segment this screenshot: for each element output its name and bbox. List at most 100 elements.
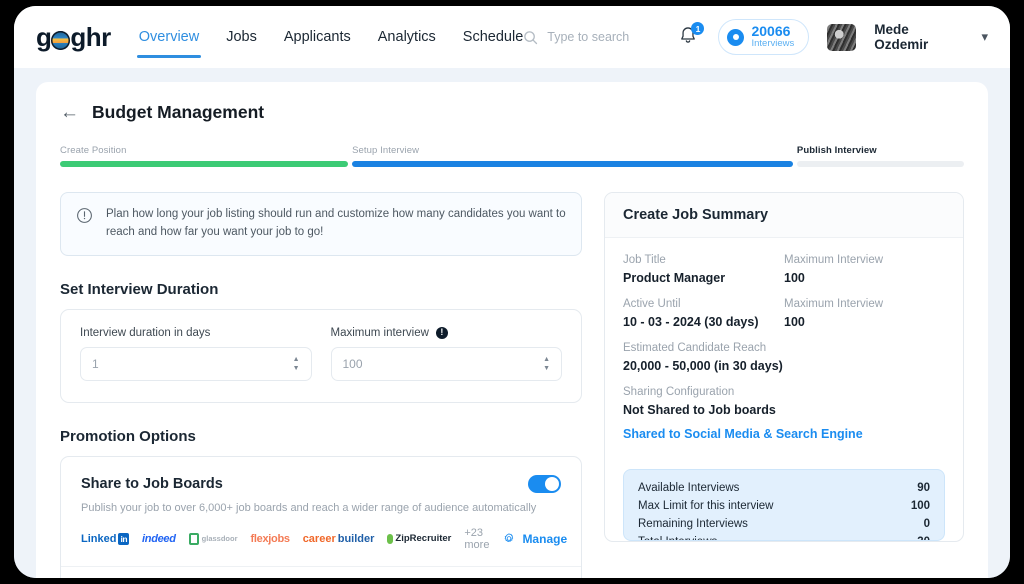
step-publish-interview[interactable]: Publish Interview [796,145,964,167]
stat-label: Total Interviews [638,536,917,540]
ziprecruiter-label: ZipRecruiter [395,533,452,545]
job-boards-header: Share to Job Boards [81,474,561,493]
left-column: Plan how long your job listing should ru… [60,192,582,578]
page-title: Budget Management [92,102,265,122]
summary-value: Product Manager [623,271,726,285]
content-columns: Plan how long your job listing should ru… [60,167,964,578]
field-label: Maximum interview ! [330,326,563,339]
back-arrow-icon[interactable]: ← [60,103,79,122]
summary-row: Sharing Configuration Not Shared to Job … [623,386,945,441]
stat-row: Remaining Interviews 0 [638,515,930,533]
summary-row: Job Title Product Manager Maximum Interv… [623,254,945,285]
stat-row: Max Limit for this interview 100 [638,497,930,515]
step-label: Create Position [60,145,127,156]
ziprecruiter-logo: ZipRecruiter [387,533,451,544]
summary-key: Maximum Interview [784,298,884,310]
manage-boards-button[interactable]: Manage [502,532,567,546]
stepper-arrows-icon[interactable]: ▲ ▼ [293,356,300,372]
summary-share-link[interactable]: Shared to Social Media & Search Engine [623,427,945,441]
info-alert-text: Plan how long your job listing should ru… [106,208,566,238]
app-logo[interactable]: g ghr [36,22,111,53]
summary-value: 20,000 - 50,000 (in 30 days) [623,359,783,373]
interviews-counter-pill[interactable]: 20066 Interviews [718,19,810,55]
user-name: Mede Ozdemir [874,22,929,52]
manage-label: Manage [522,531,568,546]
summary-key: Active Until [623,298,681,310]
field-label: Interview duration in days [80,327,312,339]
job-board-logos: Linked in indeed glassdoor flexjobs caree… [81,527,567,551]
avatar[interactable] [827,23,857,51]
linkedin-label: Linked [81,532,117,545]
summary-body: Job Title Product Manager Maximum Interv… [605,238,963,455]
summary-value: 100 [784,315,805,329]
field-label-text: Interview duration in days [80,326,211,339]
right-column: Create Job Summary Job Title Product Man… [604,192,964,578]
nav-item-overview[interactable]: Overview [136,6,202,68]
nav-item-analytics[interactable]: Analytics [378,6,436,68]
glassdoor-logo: glassdoor [188,532,238,545]
social-media-header: Share to Social Media and Search Engine [81,567,561,578]
stat-value: 0 [923,518,930,530]
nav-item-jobs[interactable]: Jobs [226,6,257,68]
notifications-button[interactable]: 1 [677,22,705,49]
search-box[interactable] [523,30,660,45]
notification-badge: 1 [691,22,705,35]
job-boards-title: Share to Job Boards [81,475,223,492]
summary-cell-max-interview-1: Maximum Interview 100 [784,254,945,285]
input-value: 1 [92,356,99,371]
chevron-down-icon[interactable]: ▾ [981,29,988,45]
interview-stats-box: Available Interviews 90 Max Limit for th… [623,469,945,541]
warning-icon[interactable]: ! [435,326,448,339]
section-title-promotion: Promotion Options [60,427,196,445]
stat-row: Total Interviews 30 [638,533,930,540]
summary-cell-job-title: Job Title Product Manager [623,254,784,285]
info-circle-icon [76,207,93,242]
summary-cell-max-interview-2: Maximum Interview 100 [784,298,945,329]
summary-key: Sharing Configuration [623,386,735,398]
summary-title: Create Job Summary [605,193,963,238]
nav-item-schedule[interactable]: Schedule [463,6,523,68]
summary-value: 10 - 03 - 2024 (30 days) [623,315,759,329]
duration-box: Interview duration in days 1 ▲ ▼ Maximum … [60,308,582,403]
pin-icon [387,533,394,544]
stepper-arrows-icon[interactable]: ▲ ▼ [543,356,550,372]
summary-cell-candidate-reach: Estimated Candidate Reach 20,000 - 50,00… [623,342,945,373]
summary-row: Active Until 10 - 03 - 2024 (30 days) Ma… [623,298,945,329]
step-label: Setup Interview [352,145,420,156]
job-boards-toggle[interactable] [528,474,561,493]
nav-item-applicants[interactable]: Applicants [284,6,351,68]
page-background: ← Budget Management Create Position Setu… [14,68,1010,578]
page-header: ← Budget Management [60,102,964,139]
logo-text-first: g [36,21,52,52]
main-nav: Overview Jobs Applicants Analytics Sched… [136,6,523,68]
field-maximum-interview: Maximum interview ! 100 ▲ ▼ [330,326,563,381]
stat-value: 100 [910,500,930,512]
summary-key: Maximum Interview [784,254,884,266]
search-input[interactable] [547,30,660,44]
field-label-text: Maximum interview [330,326,429,339]
summary-key: Estimated Candidate Reach [623,342,767,354]
field-interview-duration: Interview duration in days 1 ▲ ▼ [80,327,312,381]
input-value: 100 [342,356,363,371]
job-boards-description: Publish your job to over 6,000+ job boar… [81,501,537,514]
stat-label: Max Limit for this interview [638,500,774,512]
create-job-summary-panel: Create Job Summary Job Title Product Man… [604,192,964,542]
top-bar-actions: 1 20066 Interviews Mede Ozdemir ▾ [523,19,988,55]
maximum-interview-input[interactable]: 100 ▲ ▼ [330,346,562,381]
step-create-position[interactable]: Create Position [60,145,349,167]
stat-label: Remaining Interviews [638,518,748,530]
linkedin-logo: Linked in [81,532,130,545]
device-bezel: g ghr Overview Jobs Applicants Analytics … [0,0,1024,584]
step-progress-bar [60,161,349,167]
interview-duration-input[interactable]: 1 ▲ ▼ [80,346,312,381]
stat-row: Available Interviews 90 [638,479,930,497]
stat-label: Available Interviews [638,482,740,494]
careerbuilder-logo: career builder [302,532,375,545]
summary-cell-sharing-config: Sharing Configuration Not Shared to Job … [623,386,945,441]
stat-value: 90 [917,482,930,494]
top-navigation-bar: g ghr Overview Jobs Applicants Analytics … [14,6,1010,68]
content-card: ← Budget Management Create Position Setu… [36,82,988,578]
summary-row: Estimated Candidate Reach 20,000 - 50,00… [623,342,945,373]
step-setup-interview[interactable]: Setup Interview [352,145,793,167]
summary-value: 100 [784,271,805,285]
